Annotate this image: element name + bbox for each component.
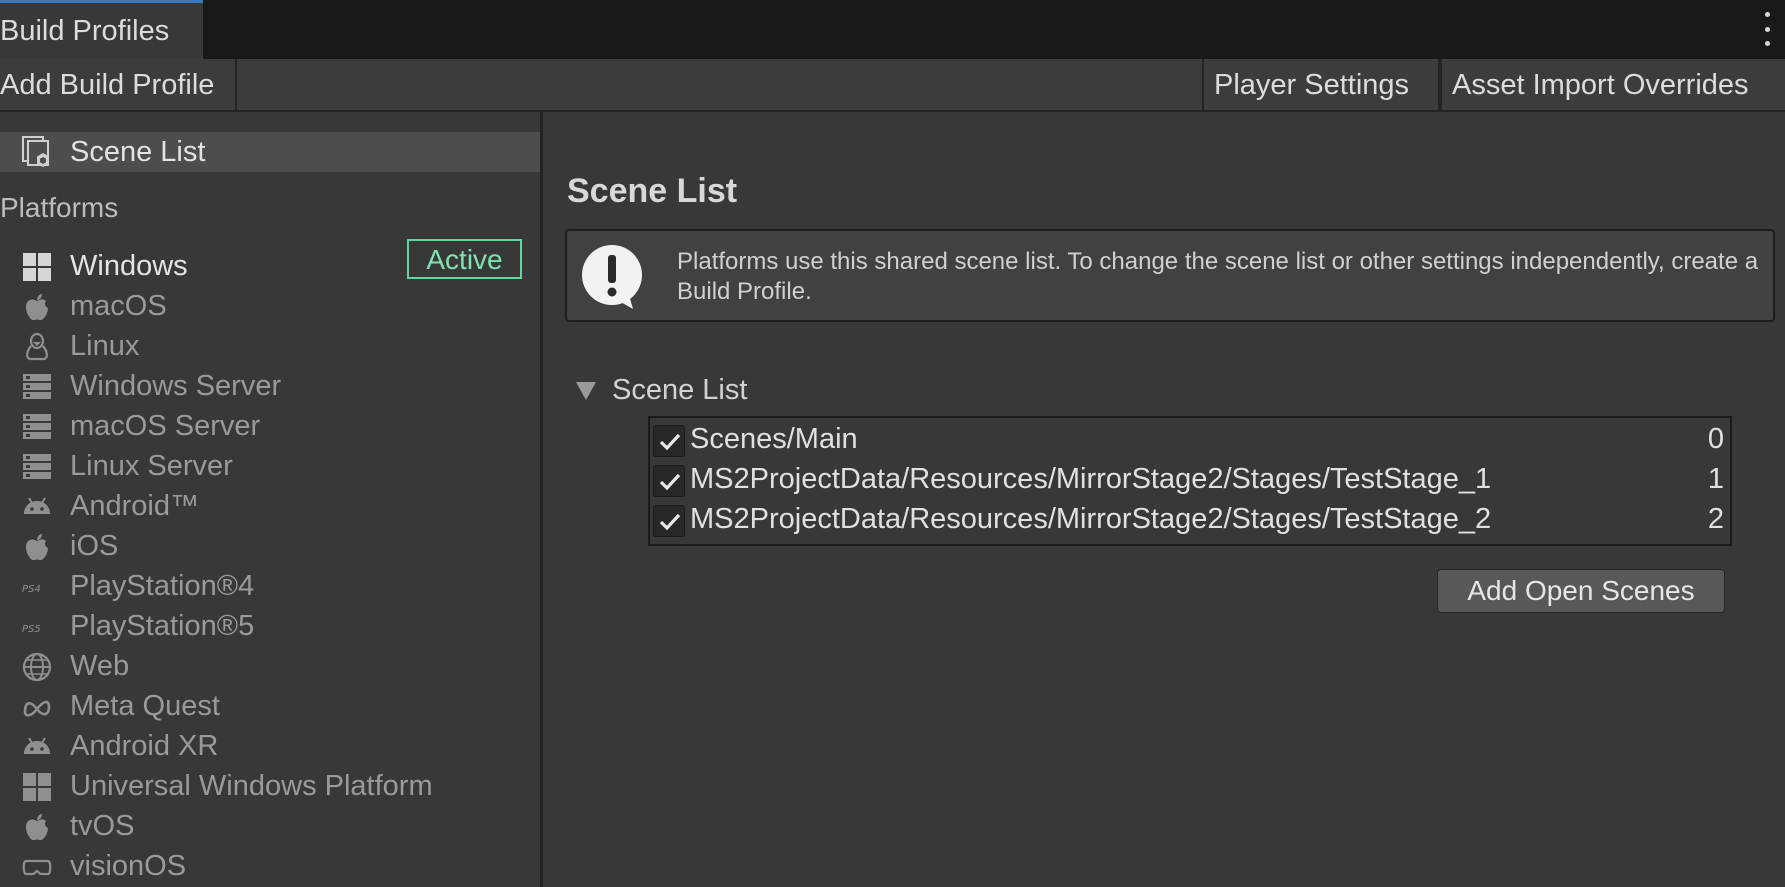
scene-path: MS2ProjectData/Resources/MirrorStage2/St…	[690, 503, 1492, 535]
table-row: Scenes/Main 0	[650, 420, 1730, 460]
server-icon	[22, 452, 52, 482]
globe-icon	[22, 652, 52, 682]
android-icon	[22, 492, 52, 522]
sidebar-item-platform[interactable]: macOS Server	[0, 406, 540, 446]
sidebar: Scene List Platforms Active Windows macOS…	[0, 112, 543, 887]
tab-bar: Build Profiles	[0, 0, 1785, 59]
svg-text:PS4: PS4	[22, 584, 41, 595]
scene-checkbox[interactable]	[653, 425, 685, 457]
help-text: Platforms use this shared scene list. To…	[677, 248, 1759, 305]
table-row: MS2ProjectData/Resources/MirrorStage2/St…	[650, 460, 1730, 500]
apple-icon	[22, 292, 52, 322]
player-settings-button[interactable]: Player Settings	[1202, 59, 1440, 110]
sidebar-item-scene-list[interactable]: Scene List	[0, 132, 540, 172]
sidebar-item-platform[interactable]: PS5 PlayStation®5	[0, 606, 540, 646]
apple-icon	[22, 812, 52, 842]
scene-path: Scenes/Main	[690, 423, 858, 455]
sidebar-item-platform[interactable]: Web	[0, 646, 540, 686]
sidebar-item-platform[interactable]: Universal Windows Platform	[0, 766, 540, 806]
sidebar-item-platform[interactable]: Meta Quest	[0, 686, 540, 726]
sidebar-item-label: visionOS	[70, 850, 187, 882]
info-icon	[582, 245, 642, 309]
scene-list-icon	[22, 136, 49, 167]
windows-icon	[22, 772, 52, 802]
sidebar-item-platform[interactable]: iOS	[0, 526, 540, 566]
sidebar-item-platform[interactable]: Android XR	[0, 726, 540, 766]
sidebar-item-platform[interactable]: Linux	[0, 326, 540, 366]
sidebar-item-label: tvOS	[70, 810, 135, 842]
scene-index: 2	[1707, 503, 1724, 535]
scene-checkbox[interactable]	[653, 505, 685, 537]
android-icon	[22, 732, 52, 762]
checkmark-icon	[659, 433, 681, 451]
more-options-icon[interactable]	[1763, 12, 1771, 46]
add-build-profile-button[interactable]: Add Build Profile	[0, 59, 237, 110]
sidebar-item-platform[interactable]: PS4 PlayStation®4	[0, 566, 540, 606]
toolbar: Add Build Profile Player Settings Asset …	[0, 59, 1785, 112]
ps4-icon: PS4	[22, 572, 52, 602]
sidebar-item-platform[interactable]: macOS	[0, 286, 540, 326]
scene-index: 1	[1707, 463, 1724, 495]
sidebar-item-label: Linux Server	[70, 450, 233, 482]
sidebar-item-platform[interactable]: Android™	[0, 486, 540, 526]
svg-text:PS5: PS5	[22, 624, 41, 635]
sidebar-item-label: Android™	[70, 490, 199, 522]
table-row: MS2ProjectData/Resources/MirrorStage2/St…	[650, 500, 1730, 540]
checkmark-icon	[659, 513, 681, 531]
sidebar-item-label: iOS	[70, 530, 119, 562]
scene-list-table: Scenes/Main 0 MS2ProjectData/Resources/Mir…	[648, 416, 1732, 546]
sidebar-item-platform[interactable]: visionOS	[0, 846, 540, 886]
tab-build-profiles[interactable]: Build Profiles	[0, 0, 203, 59]
sidebar-item-label: Web	[70, 650, 130, 682]
sidebar-item-label: Scene List	[70, 136, 206, 168]
scene-checkbox[interactable]	[653, 465, 685, 497]
help-box: Platforms use this shared scene list. To…	[565, 229, 1775, 322]
sidebar-item-label: Linux	[70, 330, 140, 362]
checkmark-icon	[659, 473, 681, 491]
windows-icon	[22, 252, 52, 282]
scene-path: MS2ProjectData/Resources/MirrorStage2/St…	[690, 463, 1492, 495]
sidebar-item-label: Meta Quest	[70, 690, 220, 722]
sidebar-item-label: Android XR	[70, 730, 219, 762]
apple-icon	[22, 532, 52, 562]
sidebar-item-label: macOS	[70, 290, 167, 322]
sidebar-item-label: PlayStation®5	[70, 610, 255, 642]
sidebar-item-platform[interactable]: tvOS	[0, 806, 540, 846]
chevron-down-icon[interactable]	[576, 382, 596, 400]
linux-icon	[22, 332, 52, 362]
visionpro-icon	[22, 852, 52, 882]
scene-index: 0	[1707, 423, 1724, 455]
sidebar-item-label: Windows Server	[70, 370, 282, 402]
main-panel: Scene List Platforms use this shared sce…	[546, 112, 1785, 887]
page-title: Scene List	[567, 172, 738, 210]
sidebar-item-platform[interactable]: Windows	[0, 246, 540, 286]
add-open-scenes-button[interactable]: Add Open Scenes	[1437, 569, 1725, 613]
foldout-label: Scene List	[612, 374, 748, 406]
server-icon	[22, 372, 52, 402]
sidebar-item-label: Windows	[70, 250, 188, 282]
sidebar-item-platform[interactable]: Linux Server	[0, 446, 540, 486]
sidebar-item-platform[interactable]: Windows Server	[0, 366, 540, 406]
platforms-header: Platforms	[0, 192, 119, 223]
sidebar-item-label: PlayStation®4	[70, 570, 255, 602]
meta-icon	[22, 692, 52, 722]
sidebar-item-label: Universal Windows Platform	[70, 770, 433, 802]
sidebar-item-label: macOS Server	[70, 410, 261, 442]
ps5-icon: PS5	[22, 612, 52, 642]
asset-import-overrides-button[interactable]: Asset Import Overrides	[1440, 59, 1785, 110]
server-icon	[22, 412, 52, 442]
